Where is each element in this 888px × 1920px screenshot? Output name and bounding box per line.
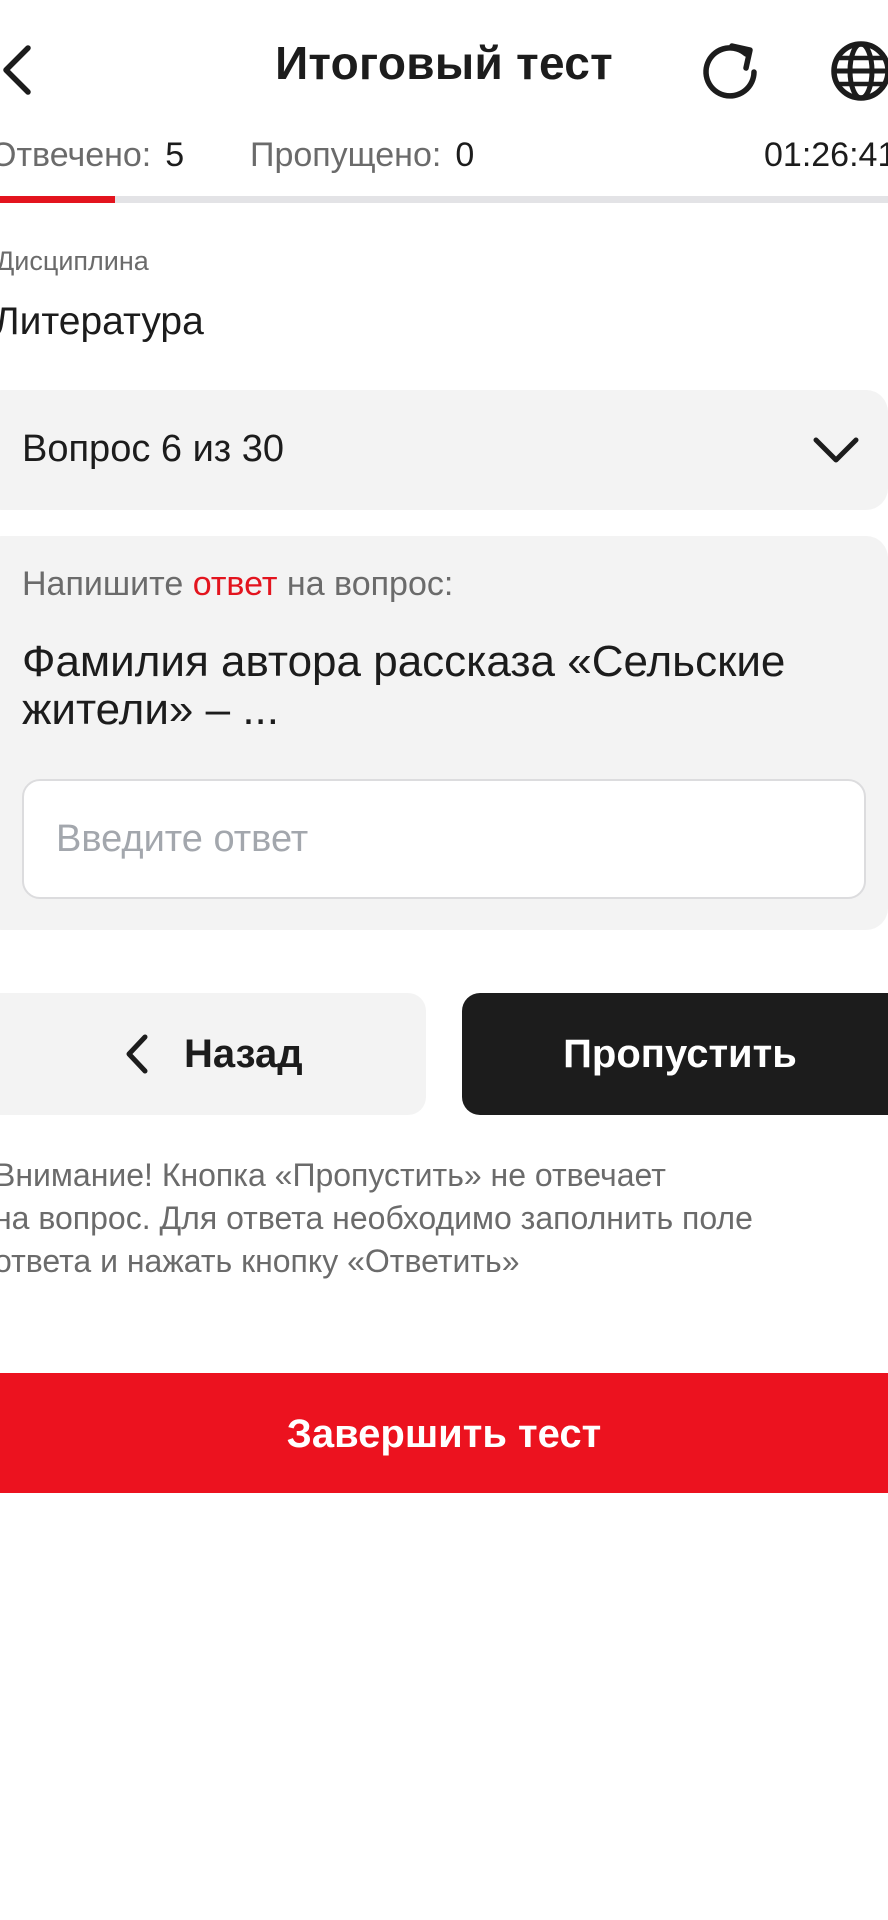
chevron-left-icon (3, 45, 31, 95)
answered-count: 5 (165, 136, 185, 174)
skipped-stat: Пропущено: 0 (250, 136, 474, 175)
refresh-button[interactable] (696, 36, 766, 106)
question-prompt-end: на вопрос: (277, 565, 454, 603)
question-select-label: Вопрос 6 из 30 (22, 428, 285, 470)
skipped-label: Пропущено: (250, 136, 442, 174)
question-prompt-accent: ответ (192, 565, 278, 603)
skip-label: Пропустить (563, 1032, 797, 1076)
warning-line: Внимание! Кнопка «Пропустить» не отвечае… (0, 1157, 666, 1193)
chevron-down-icon (813, 437, 859, 463)
language-button[interactable] (826, 36, 888, 106)
question-prompt-start: Напишите (22, 565, 193, 603)
skipped-count: 0 (455, 136, 475, 174)
answer-input[interactable] (22, 779, 866, 899)
warning-text: Внимание! Кнопка «Пропустить» не отвечае… (0, 1154, 888, 1283)
page-title: Итоговый тест (275, 37, 613, 89)
progress-fill (0, 196, 116, 203)
discipline-value: Литература (0, 300, 204, 343)
question-text: Фамилия автора рассказа «Сельские жители… (22, 637, 786, 734)
warning-line: ответа и нажать кнопку «Ответить» (0, 1243, 520, 1279)
back-button[interactable] (0, 40, 40, 100)
finish-test-label: Завершить тест (286, 1412, 602, 1456)
timer: 01:26:41 (764, 136, 888, 174)
question-prompt: Напишите ответ на вопрос: (22, 565, 453, 604)
warning-line: на вопрос. Для ответа необходимо заполни… (0, 1200, 753, 1236)
globe-icon (831, 41, 888, 101)
progress-track (0, 196, 888, 203)
answered-stat: Отвечено: 5 (0, 136, 184, 175)
discipline-label: Дисциплина (0, 246, 149, 276)
back-nav-label: Назад (184, 1032, 303, 1076)
chevron-left-icon (126, 1034, 148, 1074)
answered-label: Отвечено: (0, 136, 152, 174)
refresh-icon (703, 43, 757, 99)
